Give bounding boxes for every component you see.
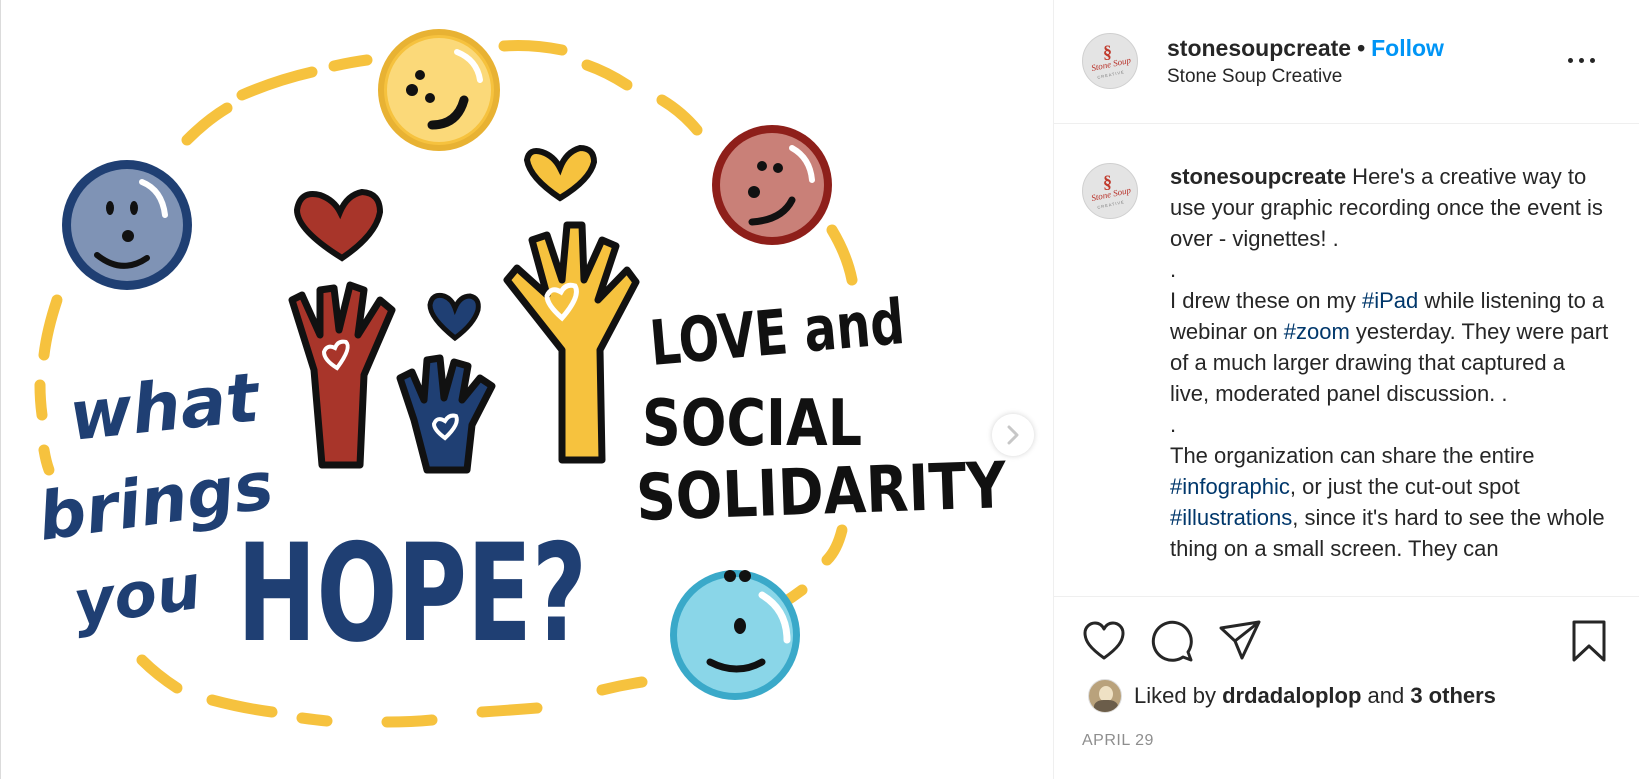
caption-avatar[interactable]: § Stone Soup CREATIVE [1082,163,1138,219]
liker-avatar-body [1094,700,1118,712]
post-header: § Stone Soup CREATIVE stonesoupcreate • Fo… [1054,0,1639,124]
hashtag-infographic[interactable]: #infographic [1170,474,1290,499]
caption-dot: . [1170,257,1177,282]
caption-text: stonesoupcreate Here's a creative way to… [1170,161,1610,564]
caption-text-run: I drew these on my [1170,288,1362,313]
post-actions: Liked by drdadaloplop and 3 others APRIL… [1054,596,1639,779]
caption-username[interactable]: stonesoupcreate [1170,164,1346,189]
likes-and: and [1361,683,1411,708]
red-smiley [712,125,832,245]
more-options-icon[interactable] [1568,50,1598,70]
post-side-panel: § Stone Soup CREATIVE stonesoupcreate • Fo… [1053,0,1639,779]
hashtag-illustrations[interactable]: #illustrations [1170,505,1292,530]
artwork-text-you: you [69,550,205,640]
instagram-post: what brings you HOPE? LOVE and SOCIAL SO… [0,0,1639,779]
caption-paragraph-2: I drew these on my #iPad while listening… [1170,285,1610,409]
navy-heart [427,292,481,342]
artwork-text-love: LOVE and [647,285,907,380]
caption-text-run: The organization can share the entire [1170,443,1535,468]
yellow-smiley [378,29,500,151]
caption-intro: stonesoupcreate Here's a creative way to… [1170,161,1610,254]
chevron-right-icon [1007,425,1019,445]
liker-avatar[interactable] [1088,679,1122,713]
red-hand [288,281,396,469]
caption-text-run: , or just the cut-out spot [1289,474,1520,499]
header-name-row: stonesoupcreate • Follow [1167,35,1444,62]
bookmark-icon[interactable] [1571,619,1607,663]
profile-avatar[interactable]: § Stone Soup CREATIVE [1082,33,1138,89]
likes-others-link[interactable]: 3 others [1410,683,1496,708]
separator-dot: • [1357,35,1366,61]
heart-icon[interactable] [1082,621,1126,661]
artwork-text-what: what [66,358,265,457]
hashtag-zoom[interactable]: #zoom [1284,319,1350,344]
caption-area: § Stone Soup CREATIVE stonesoupcreate He… [1054,125,1639,595]
grey-blue-smiley [62,160,192,290]
header-username[interactable]: stonesoupcreate [1167,35,1351,61]
liked-by-user-link[interactable]: drdadaloplop [1222,683,1361,708]
red-heart [293,188,384,262]
hope-illustration: what brings you HOPE? LOVE and SOCIAL SO… [34,29,1008,728]
header-subtitle: Stone Soup Creative [1167,66,1343,87]
light-blue-smiley [670,570,800,700]
hashtag-ipad[interactable]: #iPad [1362,288,1418,313]
likes-prefix: Liked by [1134,683,1223,708]
next-image-button[interactable] [992,414,1034,456]
caption-paragraph-3: The organization can share the entire #i… [1170,440,1610,564]
comment-icon[interactable] [1150,619,1194,663]
post-image[interactable]: what brings you HOPE? LOVE and SOCIAL SO… [2,0,1053,779]
yellow-hand [503,221,640,464]
likes-text: Liked by drdadaloplop and 3 others [1134,683,1496,709]
share-icon[interactable] [1218,619,1262,661]
artwork-text-hope: HOPE? [237,515,587,672]
caption-dot: . [1170,412,1177,437]
artwork-text-solidarity: SOLIDARITY [635,449,1008,536]
artwork-text-social: SOCIAL [642,387,862,461]
follow-button[interactable]: Follow [1371,35,1444,61]
yellow-heart [523,144,598,202]
post-date[interactable]: APRIL 29 [1082,732,1154,750]
navy-hand [396,354,496,474]
